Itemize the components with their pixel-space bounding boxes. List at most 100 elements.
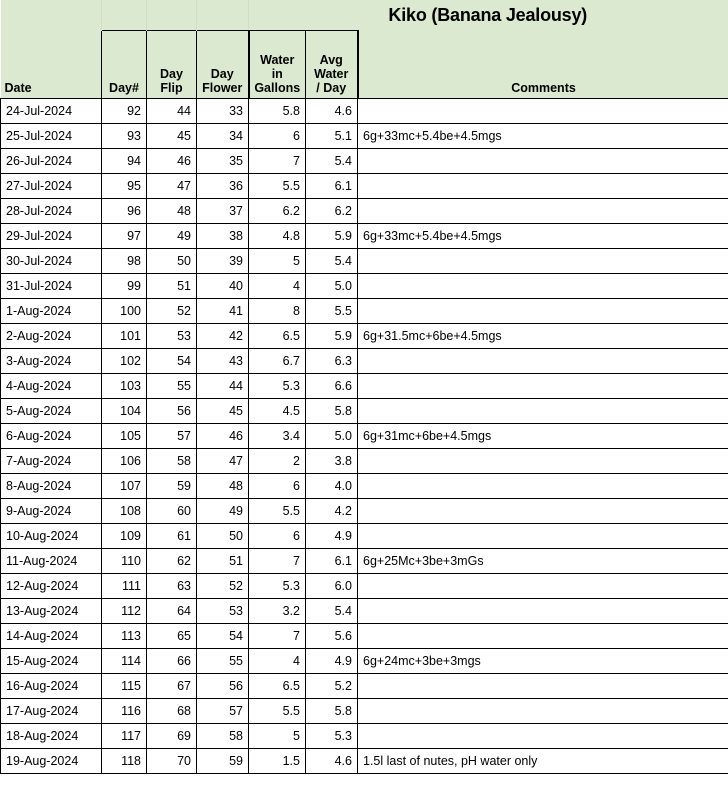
cell-day-number[interactable]: 106 (101, 448, 147, 474)
cell-date[interactable]: 12-Aug-2024 (0, 573, 102, 599)
cell-comment[interactable]: 6g+31.5mc+6be+4.5mgs (356, 323, 728, 349)
cell-day-flower[interactable]: 55 (196, 648, 249, 674)
cell-comment[interactable] (356, 623, 728, 649)
cell-water[interactable]: 5.3 (248, 573, 306, 599)
cell-day-flip[interactable]: 70 (146, 748, 197, 774)
cell-day-number[interactable]: 109 (101, 523, 147, 549)
cell-avg-water[interactable]: 5.1 (305, 123, 358, 149)
cell-day-number[interactable]: 93 (101, 123, 147, 149)
cell-day-flower[interactable]: 56 (196, 673, 249, 699)
cell-day-number[interactable]: 118 (101, 748, 147, 774)
cell-date[interactable]: 16-Aug-2024 (0, 673, 102, 699)
cell-day-flip[interactable]: 53 (146, 323, 197, 349)
cell-day-number[interactable]: 108 (101, 498, 147, 524)
cell-comment[interactable] (356, 398, 728, 424)
cell-avg-water[interactable]: 5.4 (305, 598, 358, 624)
cell-date[interactable]: 15-Aug-2024 (0, 648, 102, 674)
cell-day-flower[interactable]: 34 (196, 123, 249, 149)
cell-day-number[interactable]: 102 (101, 348, 147, 374)
cell-day-flip[interactable]: 45 (146, 123, 197, 149)
cell-day-flip[interactable]: 52 (146, 298, 197, 324)
cell-comment[interactable] (356, 498, 728, 524)
cell-date[interactable]: 8-Aug-2024 (0, 473, 102, 499)
cell-day-flower[interactable]: 41 (196, 298, 249, 324)
cell-water[interactable]: 7 (248, 548, 306, 574)
column-header-water-in-gallons[interactable]: Water in Gallons (247, 30, 306, 99)
cell-day-flower[interactable]: 38 (196, 223, 249, 249)
cell-day-flower[interactable]: 40 (196, 273, 249, 299)
cell-date[interactable]: 24-Jul-2024 (0, 98, 102, 124)
cell-water[interactable]: 1.5 (248, 748, 306, 774)
cell-day-flip[interactable]: 56 (146, 398, 197, 424)
cell-comment[interactable] (356, 173, 728, 199)
cell-day-flip[interactable]: 55 (146, 373, 197, 399)
cell-day-flip[interactable]: 48 (146, 198, 197, 224)
cell-avg-water[interactable]: 5.0 (305, 273, 358, 299)
cell-day-flower[interactable]: 58 (196, 723, 249, 749)
cell-comment[interactable] (356, 698, 728, 724)
cell-date[interactable]: 18-Aug-2024 (0, 723, 102, 749)
cell-comment[interactable]: 6g+33mc+5.4be+4.5mgs (356, 223, 728, 249)
cell-avg-water[interactable]: 6.2 (305, 198, 358, 224)
cell-day-number[interactable]: 117 (101, 723, 147, 749)
cell-day-number[interactable]: 99 (101, 273, 147, 299)
cell-date[interactable]: 17-Aug-2024 (0, 698, 102, 724)
cell-day-flower[interactable]: 44 (196, 373, 249, 399)
cell-day-flower[interactable]: 33 (196, 98, 249, 124)
cell-date[interactable]: 5-Aug-2024 (0, 398, 102, 424)
cell-date[interactable]: 30-Jul-2024 (0, 248, 102, 274)
cell-date[interactable]: 11-Aug-2024 (0, 548, 102, 574)
cell-comment[interactable] (356, 473, 728, 499)
cell-day-flip[interactable]: 66 (146, 648, 197, 674)
cell-day-flower[interactable]: 39 (196, 248, 249, 274)
cell-avg-water[interactable]: 5.5 (305, 298, 358, 324)
column-header-comments[interactable]: Comments (356, 30, 728, 99)
cell-avg-water[interactable]: 5.4 (305, 148, 358, 174)
cell-water[interactable]: 3.4 (248, 423, 306, 449)
cell-water[interactable]: 6.5 (248, 673, 306, 699)
cell-date[interactable]: 29-Jul-2024 (0, 223, 102, 249)
cell-avg-water[interactable]: 6.3 (305, 348, 358, 374)
cell-day-flip[interactable]: 51 (146, 273, 197, 299)
cell-avg-water[interactable]: 5.9 (305, 323, 358, 349)
cell-avg-water[interactable]: 5.9 (305, 223, 358, 249)
cell-day-number[interactable]: 116 (101, 698, 147, 724)
cell-date[interactable]: 25-Jul-2024 (0, 123, 102, 149)
cell-water[interactable]: 6.2 (248, 198, 306, 224)
cell-water[interactable]: 4 (248, 648, 306, 674)
cell-day-flower[interactable]: 46 (196, 423, 249, 449)
cell-date[interactable]: 26-Jul-2024 (0, 148, 102, 174)
cell-day-number[interactable]: 107 (101, 473, 147, 499)
cell-avg-water[interactable]: 5.4 (305, 248, 358, 274)
cell-comment[interactable]: 6g+33mc+5.4be+4.5mgs (356, 123, 728, 149)
cell-water[interactable]: 6.5 (248, 323, 306, 349)
cell-day-flip[interactable]: 58 (146, 448, 197, 474)
cell-day-flip[interactable]: 44 (146, 98, 197, 124)
cell-comment[interactable]: 6g+24mc+3be+3mgs (356, 648, 728, 674)
cell-avg-water[interactable]: 4.6 (305, 98, 358, 124)
cell-avg-water[interactable]: 5.3 (305, 723, 358, 749)
cell-day-number[interactable]: 104 (101, 398, 147, 424)
cell-date[interactable]: 3-Aug-2024 (0, 348, 102, 374)
cell-comment[interactable] (356, 298, 728, 324)
cell-avg-water[interactable]: 4.6 (305, 748, 358, 774)
cell-day-number[interactable]: 101 (101, 323, 147, 349)
cell-comment[interactable] (356, 673, 728, 699)
cell-day-number[interactable]: 98 (101, 248, 147, 274)
cell-water[interactable]: 7 (248, 148, 306, 174)
cell-comment[interactable] (356, 273, 728, 299)
cell-comment[interactable] (356, 248, 728, 274)
cell-water[interactable]: 8 (248, 298, 306, 324)
cell-avg-water[interactable]: 5.8 (305, 398, 358, 424)
cell-avg-water[interactable]: 6.6 (305, 373, 358, 399)
cell-day-flip[interactable]: 50 (146, 248, 197, 274)
cell-water[interactable]: 4.5 (248, 398, 306, 424)
cell-day-flip[interactable]: 64 (146, 598, 197, 624)
cell-date[interactable]: 14-Aug-2024 (0, 623, 102, 649)
cell-date[interactable]: 28-Jul-2024 (0, 198, 102, 224)
cell-day-flip[interactable]: 62 (146, 548, 197, 574)
cell-avg-water[interactable]: 4.2 (305, 498, 358, 524)
cell-day-flip[interactable]: 57 (146, 423, 197, 449)
cell-day-flip[interactable]: 47 (146, 173, 197, 199)
cell-day-number[interactable]: 100 (101, 298, 147, 324)
